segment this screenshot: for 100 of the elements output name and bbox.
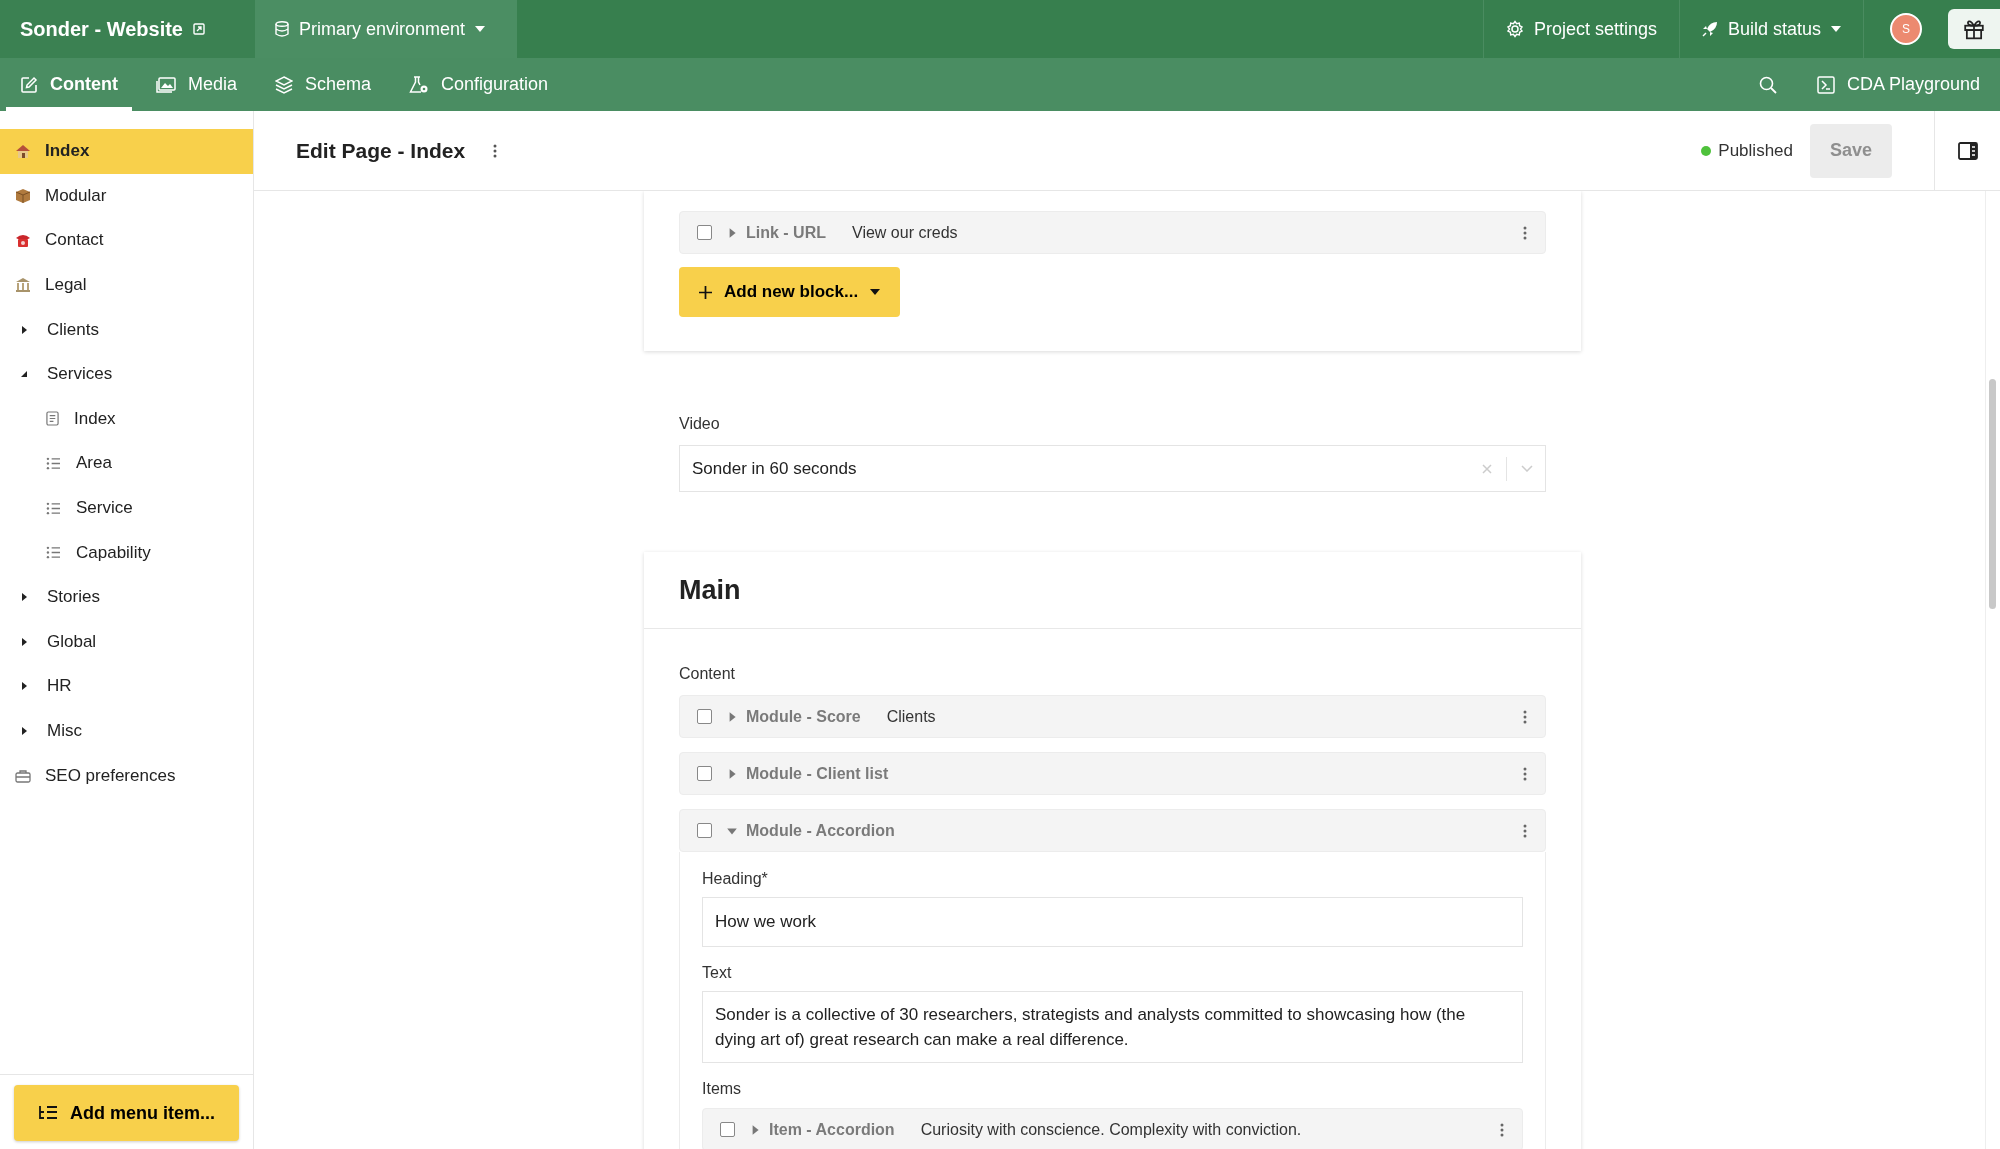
block-summary: Curiosity with conscience. Complexity with conviction.: [920, 1120, 1302, 1139]
document-icon: [46, 411, 59, 427]
sidebar-label: SEO preferences: [45, 765, 176, 786]
sidebar-item[interactable]: Global: [0, 619, 253, 665]
block-type: Item - Accordion: [769, 1120, 895, 1139]
checkbox[interactable]: [697, 709, 712, 724]
cda-playground-link[interactable]: CDA Playground: [1802, 58, 1994, 111]
sidebar-item[interactable]: Clients: [0, 307, 253, 352]
caret-icon: [870, 289, 881, 295]
nav-tab[interactable]: Content: [6, 58, 132, 111]
section-title: Main: [679, 574, 741, 606]
block-type: Module - Score: [746, 707, 861, 726]
plus-icon: [699, 285, 712, 299]
status-text: Published: [1718, 140, 1793, 161]
block-row[interactable]: Link - URL View our creds: [679, 211, 1546, 254]
gift-button[interactable]: [1948, 9, 2000, 49]
building-icon: [15, 277, 31, 294]
field-label: Text: [702, 964, 733, 982]
flask-icon: [409, 75, 430, 94]
checkbox[interactable]: [697, 823, 712, 838]
sidebar-item[interactable]: Contact: [0, 218, 253, 263]
field-label: Items: [702, 1080, 743, 1098]
list-icon: [46, 546, 61, 560]
sidebar-label: Index: [45, 141, 90, 162]
scrollbar-thumb[interactable]: [1989, 379, 1996, 609]
checkbox[interactable]: [720, 1122, 735, 1137]
environment-dropdown[interactable]: Primary environment: [255, 0, 517, 58]
more-icon[interactable]: [1523, 225, 1527, 240]
sidebar-label: Modular: [45, 185, 107, 206]
more-icon[interactable]: [1523, 709, 1527, 724]
add-block-button[interactable]: Add new block...: [679, 267, 901, 317]
field-label: Content: [679, 665, 737, 683]
terminal-icon: [1816, 75, 1835, 94]
block-type: Module - Accordion: [746, 821, 895, 840]
rocket-icon: [1701, 21, 1718, 37]
more-icon[interactable]: [493, 143, 498, 158]
add-menu-item-button[interactable]: Add menu item...: [14, 1085, 239, 1141]
caret-right-icon[interactable]: [19, 592, 29, 603]
sidebar-item[interactable]: SEO preferences: [0, 753, 253, 798]
search-icon[interactable]: [1758, 75, 1777, 94]
sidebar-item[interactable]: Index: [0, 396, 253, 442]
caret-down-icon[interactable]: [19, 369, 29, 380]
field-label: Video: [679, 415, 721, 433]
sidebar-panel-icon[interactable]: [1957, 141, 1978, 160]
block-row[interactable]: Module - Score Clients: [679, 695, 1546, 738]
sidebar-label: HR: [47, 676, 72, 697]
sidebar-item[interactable]: Stories: [0, 574, 253, 620]
sidebar-label: Misc: [47, 721, 82, 741]
nav-tab[interactable]: Media: [142, 58, 251, 111]
sidebar-item[interactable]: Services: [0, 351, 253, 397]
sidebar-item[interactable]: Legal: [0, 262, 253, 308]
more-icon[interactable]: [1523, 823, 1527, 838]
block-type: Link - URL: [746, 223, 826, 242]
toolbox-icon: [15, 768, 31, 783]
sidebar-label: Legal: [45, 275, 87, 296]
checkbox[interactable]: [697, 766, 712, 781]
gift-icon: [1963, 18, 1985, 40]
sidebar-item[interactable]: Modular: [0, 173, 253, 219]
field-label: Heading*: [702, 870, 769, 888]
sidebar-item[interactable]: Index: [0, 129, 253, 174]
settings-icon: [1505, 20, 1524, 38]
sidebar-label: Stories: [47, 587, 100, 608]
database-icon: [275, 21, 289, 37]
layers-icon: [275, 75, 293, 94]
sidebar-item[interactable]: HR: [0, 664, 253, 709]
caret-right-icon[interactable]: [19, 726, 29, 736]
block-type: Module - Client list: [746, 764, 889, 783]
caret-icon: [1831, 26, 1841, 32]
sidebar-label: Contact: [45, 230, 104, 251]
sidebar-label: Service: [76, 498, 133, 519]
sidebar-item[interactable]: Area: [0, 441, 253, 486]
sidebar-label: Global: [47, 631, 97, 652]
more-icon[interactable]: [1500, 1122, 1504, 1137]
caret-icon: [475, 26, 486, 32]
tree-list-icon: [38, 1105, 58, 1121]
project-title[interactable]: Sonder - Website: [20, 17, 183, 41]
sidebar-item[interactable]: Misc: [0, 708, 253, 754]
sidebar-label: Index: [74, 408, 116, 429]
sidebar-item[interactable]: Capability: [0, 530, 253, 575]
heading-field[interactable]: How we work: [702, 897, 1523, 947]
caret-right-icon[interactable]: [19, 324, 29, 335]
telephone-icon: [15, 232, 31, 249]
nav-tab[interactable]: Configuration: [395, 58, 563, 111]
status-dot: [1701, 145, 1712, 156]
external-link-icon[interactable]: [193, 23, 205, 35]
caret-right-icon[interactable]: [19, 636, 29, 647]
block-summary: Clients: [886, 707, 936, 726]
page-title: Edit Page - Index: [296, 138, 466, 163]
package-icon: [15, 187, 31, 204]
more-icon[interactable]: [1523, 766, 1527, 781]
text-field[interactable]: Sonder is a collective of 30 researchers, strategists and analysts committed to showcasing how (the dying art of) great research can make a real difference.: [702, 991, 1523, 1063]
block-row[interactable]: Item - Accordion Curiosity with conscience. Complexity with conviction.: [702, 1108, 1523, 1149]
nav-tab[interactable]: Schema: [261, 58, 386, 111]
checkbox[interactable]: [697, 225, 712, 240]
sidebar-item[interactable]: Service: [0, 485, 253, 531]
list-icon: [46, 456, 61, 470]
block-row[interactable]: Module - Client list: [679, 752, 1546, 795]
block-row[interactable]: Module - Accordion: [679, 809, 1546, 852]
house-icon: [15, 143, 31, 160]
caret-right-icon[interactable]: [19, 681, 29, 692]
